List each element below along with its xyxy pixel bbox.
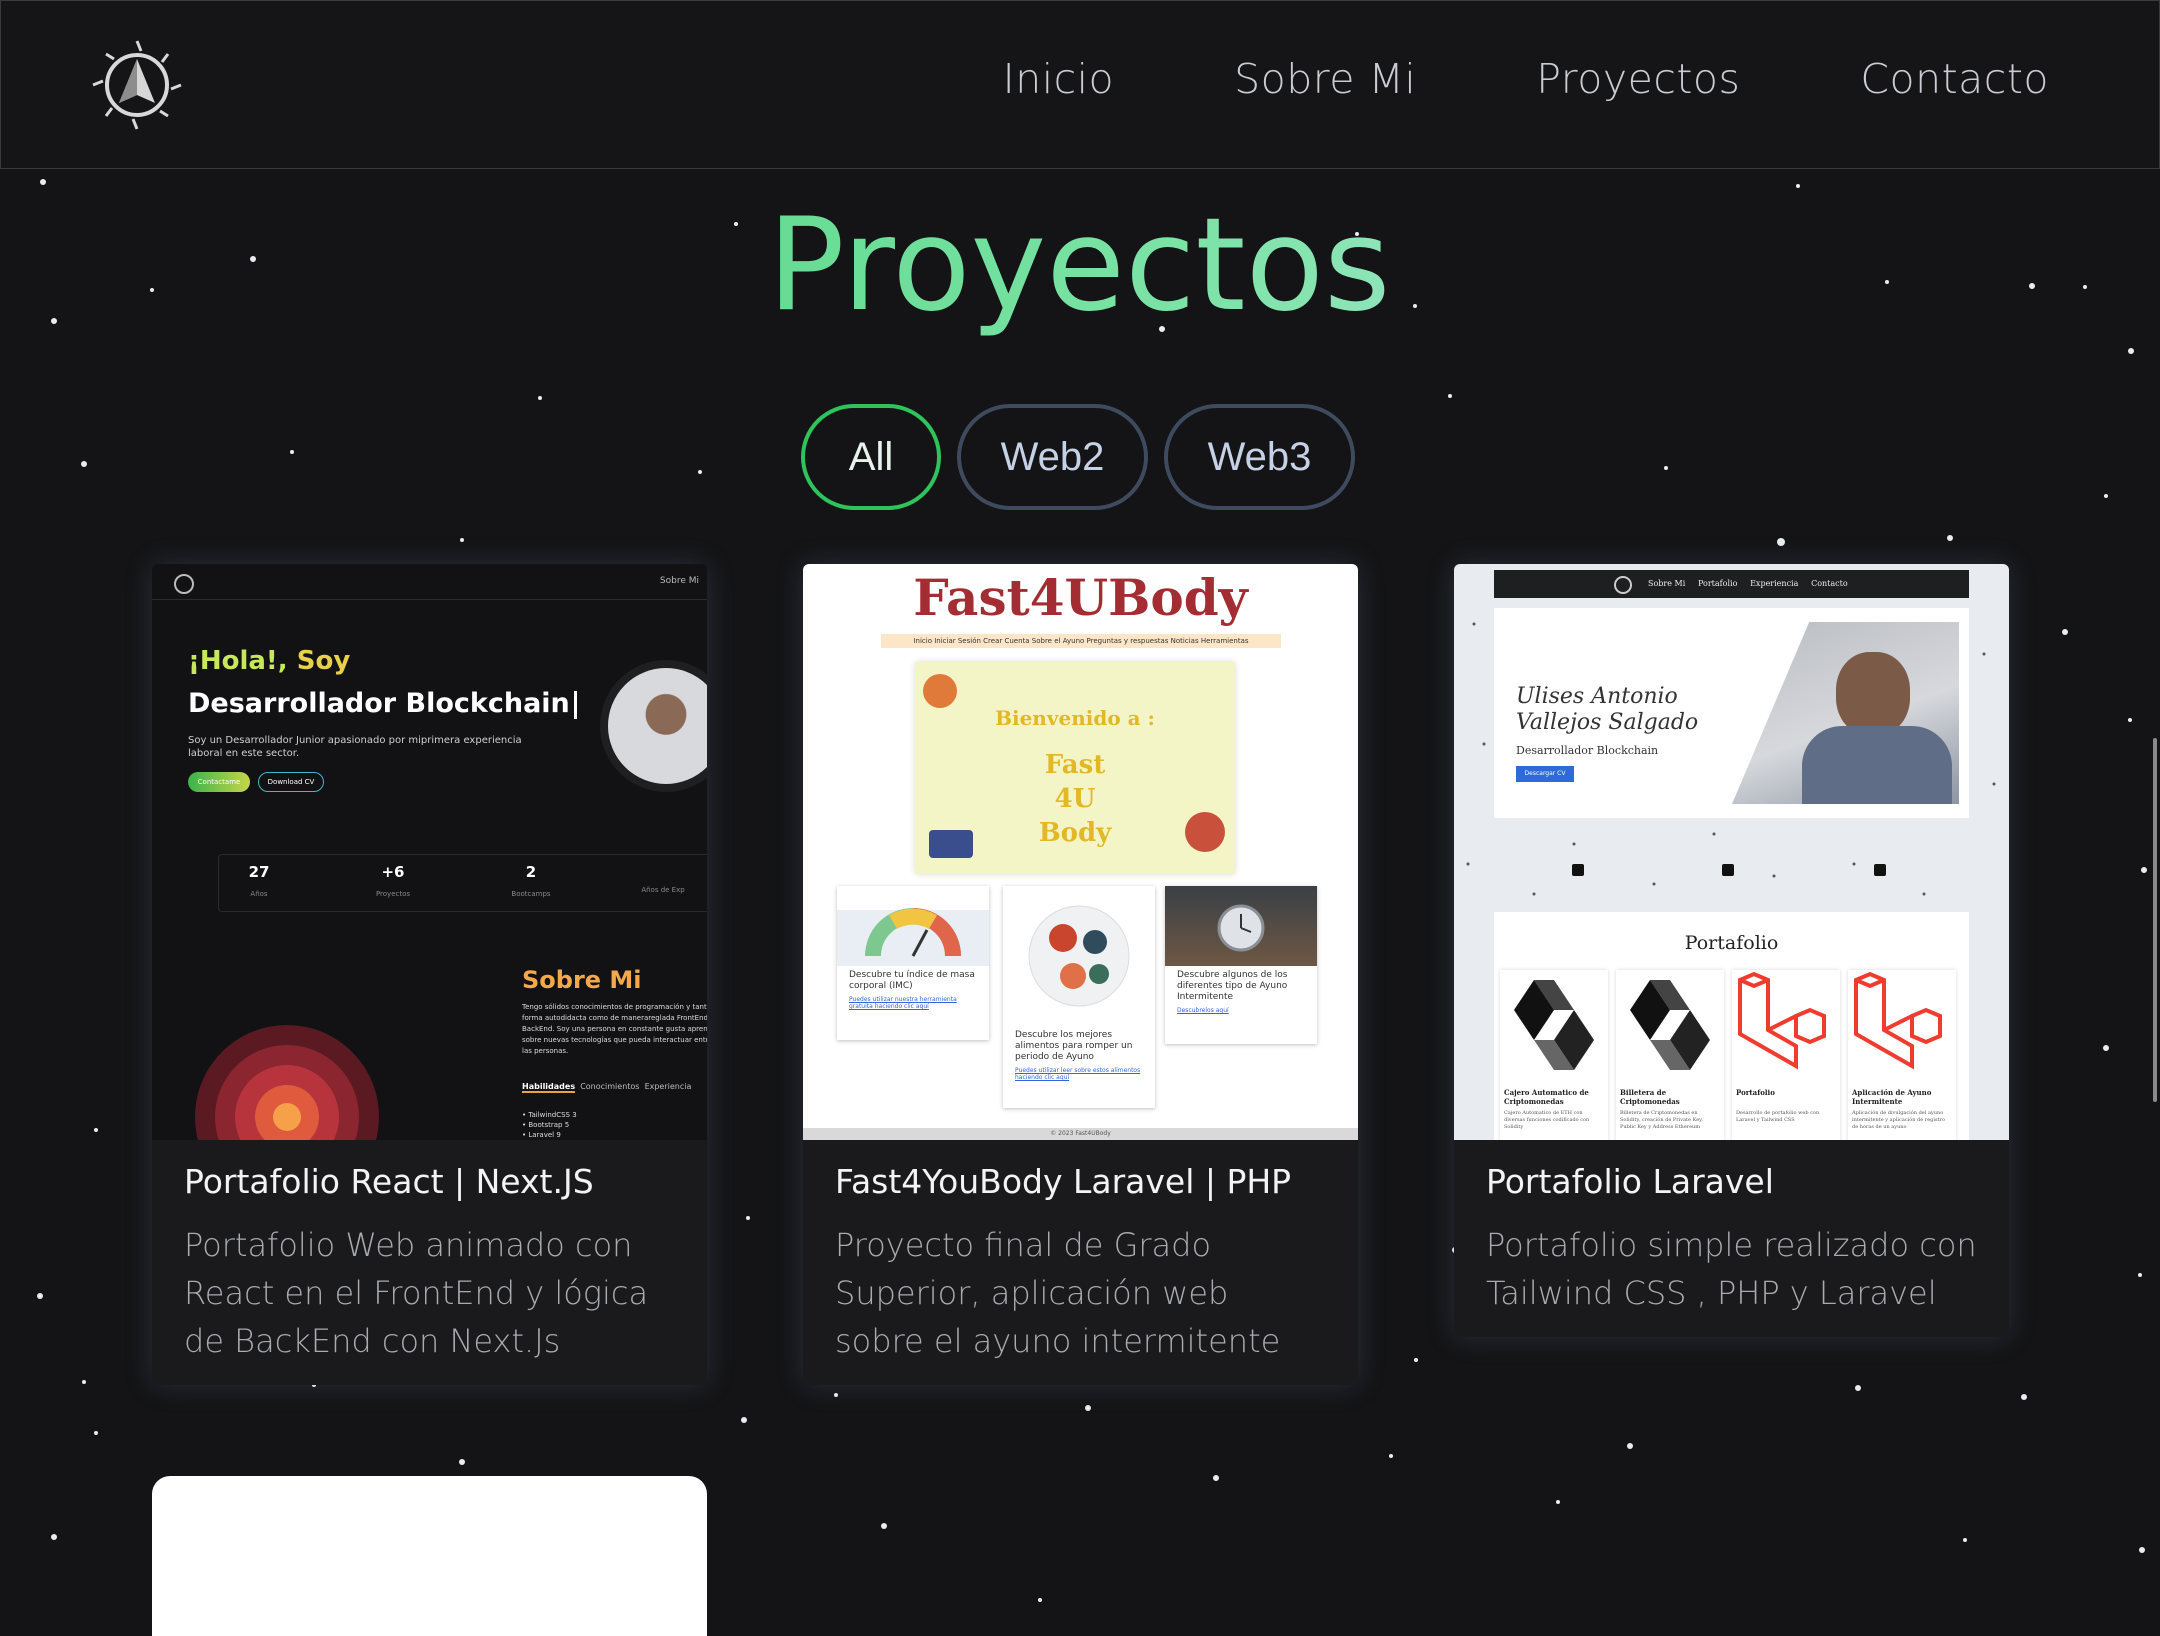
nav-link-sobre-mi[interactable]: Sobre Mi (1234, 55, 1416, 103)
preview-hero: Ulises Antonio Vallejos Salgado Desarrol… (1494, 608, 1969, 818)
preview-logo-icon (1614, 576, 1632, 594)
project-preview-image: Sobre Mi Portafolio Experiencia Contacto… (1454, 564, 2009, 1140)
card-body: Portafolio Laravel Portafolio simple rea… (1454, 1140, 2009, 1337)
project-card-partial[interactable] (152, 1476, 707, 1636)
preview-shirt (1802, 726, 1952, 804)
preview-stat: 27 Años (248, 863, 270, 898)
preview-nav-link: Sobre Mi (659, 576, 699, 586)
filter-all-button[interactable]: All (801, 404, 941, 510)
card-description: Portafolio Web animado con React en el F… (184, 1226, 649, 1360)
preview-logo-icon (174, 574, 194, 594)
project-card[interactable]: Fast4UBody Inicio Iniciar Sesión Crear C… (803, 564, 1358, 1385)
preview-banner: Bienvenido a : Fast 4U Body (915, 662, 1235, 874)
preview-brand: Fast4UBody (913, 568, 1248, 627)
section-title: Proyectos (0, 195, 2159, 337)
main-nav: Inicio Sobre Mi Proyectos Contacto (883, 55, 2049, 103)
preview-clock-icon (1165, 886, 1317, 966)
filter-web2-button[interactable]: Web2 (957, 404, 1148, 510)
preview-about-text: Tengo sólidos conocimientos de programac… (522, 1003, 707, 1055)
preview-twitter-icon (1874, 864, 1886, 876)
card-title[interactable]: Fast4YouBody Laravel | PHP (835, 1162, 1326, 1201)
project-preview-image: Sobre Mi ¡Hola!, Soy Desarrollador Block… (152, 564, 707, 1140)
nav-link-inicio[interactable]: Inicio (1003, 55, 1115, 103)
top-navbar: Inicio Sobre Mi Proyectos Contacto (0, 0, 2160, 169)
preview-role: Desarrollador Blockchain (1516, 744, 1659, 757)
nav-link-contacto[interactable]: Contacto (1860, 55, 2049, 103)
card-title[interactable]: Portafolio Laravel (1486, 1162, 1977, 1201)
preview-portfolio-item: Cajero Automatico de Criptomonedas Cajer… (1500, 970, 1608, 1140)
preview-food-icon (923, 674, 957, 708)
card-body: Portafolio React | Next.JS Portafolio We… (152, 1140, 707, 1385)
preview-portfolio-item: Portafolio Desarrollo de portafolio web … (1732, 970, 1840, 1140)
preview-navbar: Sobre Mi (152, 564, 707, 600)
project-preview-image: Fast4UBody Inicio Iniciar Sesión Crear C… (803, 564, 1358, 1140)
preview-github-icon (1572, 864, 1584, 876)
card-body: Fast4YouBody Laravel | PHP Proyecto fina… (803, 1140, 1358, 1385)
card-description: Portafolio simple realizado con Tailwind… (1486, 1226, 1977, 1312)
preview-linkedin-icon (1722, 864, 1734, 876)
nav-link-proyectos[interactable]: Proyectos (1536, 55, 1740, 103)
preview-greeting-soy: Soy (296, 646, 351, 676)
project-card[interactable]: Sobre Mi ¡Hola!, Soy Desarrollador Block… (152, 564, 707, 1385)
preview-stats: 27 Años +6 Proyectos 2 Bootcamps Años de Ex… (218, 854, 707, 912)
preview-skill-list: • TailwindCSS 3 • Bootstrap 5 • Laravel … (522, 1111, 577, 1139)
card-description: Proyecto final de Grado Superior, aplica… (835, 1226, 1281, 1360)
preview-avatar (600, 660, 707, 792)
preview-solidity-icon (1514, 980, 1594, 1070)
preview-name: Ulises Antonio Vallejos Salgado (1516, 684, 1699, 735)
preview-cv-button: Download CV (258, 772, 324, 792)
preview-laravel-icon (1854, 971, 1942, 1070)
preview-portfolio-item: Aplicación de Ayuno Intermitente Aplicac… (1848, 970, 1956, 1140)
preview-plate-icon (1003, 886, 1155, 1026)
preview-role: Desarrollador Blockchain (188, 688, 577, 719)
preview-contact-button: Contactame (188, 772, 250, 792)
preview-tile: Descubre tu índice de masa corporal (IMC… (837, 886, 989, 1040)
preview-food-icon (1185, 812, 1225, 852)
preview-photo (1732, 622, 1959, 804)
page-scrollbar[interactable] (2153, 738, 2157, 1102)
preview-greeting-hola: ¡Hola!, (188, 646, 288, 676)
preview-cv-button: Descargar CV (1516, 766, 1574, 782)
preview-portfolio-section: Portafolio Cajero Automatico de Criptomo… (1494, 912, 1969, 1140)
preview-tile: Descubre los mejores alimentos para romp… (1003, 886, 1155, 1108)
preview-solidity-icon (1630, 980, 1710, 1070)
preview-gauge-icon (837, 886, 989, 966)
preview-menu: Inicio Iniciar Sesión Crear Cuenta Sobre… (881, 634, 1281, 648)
preview-tile: Descubre algunos de los diferentes tipo … (1165, 886, 1317, 1044)
preview-portfolio-item: Billetera de Criptomonedas Billetera de … (1616, 970, 1724, 1140)
preview-about-title: Sobre Mi (522, 966, 642, 994)
preview-stat: Años de Exp (641, 886, 685, 894)
filter-web3-button[interactable]: Web3 (1164, 404, 1355, 510)
project-card[interactable]: Sobre Mi Portafolio Experiencia Contacto… (1454, 564, 2009, 1337)
preview-face (1836, 652, 1910, 736)
site-logo-icon[interactable] (89, 37, 185, 133)
preview-intro: Soy un Desarrollador Junior apasionado p… (188, 735, 522, 759)
preview-navbar: Sobre Mi Portafolio Experiencia Contacto (1494, 570, 1969, 598)
preview-cursor (573, 690, 577, 719)
preview-mandala-icon (195, 1025, 379, 1140)
preview-laravel-icon (1738, 971, 1826, 1070)
project-filters: All Web2 Web3 (801, 404, 1371, 510)
preview-stat: +6 Proyectos (375, 863, 411, 898)
preview-pot-icon (929, 830, 973, 858)
preview-greeting: ¡Hola!, Soy (188, 646, 350, 676)
card-title[interactable]: Portafolio React | Next.JS (184, 1162, 675, 1201)
preview-role-text: Desarrollador Blockchain (188, 688, 570, 719)
preview-stat: 2 Bootcamps (511, 863, 551, 898)
preview-tabs: Habilidades Conocimientos Experiencia (522, 1082, 692, 1093)
preview-footer: © 2023 Fast4UBody (803, 1128, 1358, 1140)
